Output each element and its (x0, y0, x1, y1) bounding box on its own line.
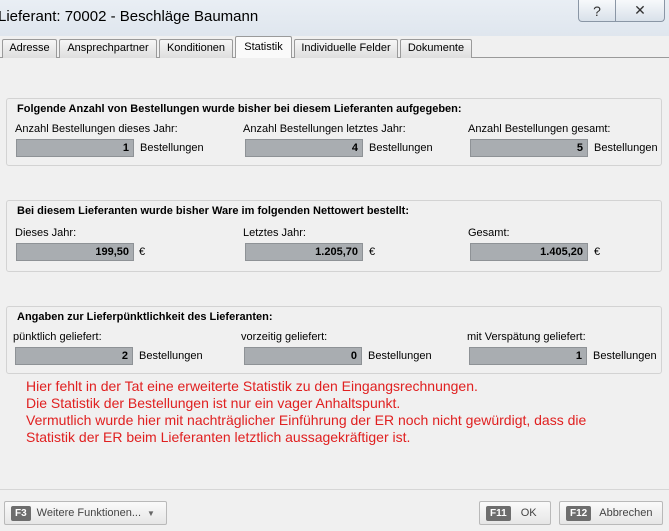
tab-ansprechpartner[interactable]: Ansprechpartner (59, 39, 157, 58)
orders-last-year-field: 4 (245, 139, 363, 157)
net-this-year-currency: € (139, 246, 146, 258)
statistics-panel: Folgende Anzahl von Bestellungen wurde b… (0, 58, 669, 489)
net-this-year-label: Dieses Jahr: (15, 227, 77, 239)
supplier-window: Lieferant: 70002 - Beschläge Baumann ? ✕… (0, 0, 669, 531)
f3-key-badge: F3 (11, 505, 31, 521)
cancel-button[interactable]: F12 Abbrechen (559, 501, 663, 525)
punctuality-group-title: Angaben zur Lieferpünktlichkeit des Lief… (17, 311, 273, 323)
ok-button[interactable]: F11 OK (479, 501, 551, 525)
on-time-label: pünktlich geliefert: (13, 331, 102, 343)
tab-bar: Adresse Ansprechpartner Konditionen Stat… (0, 36, 669, 59)
orders-this-year-field: 1 (16, 139, 134, 157)
tab-konditionen[interactable]: Konditionen (159, 39, 233, 58)
net-value-group: Bei diesem Lieferanten wurde bisher Ware… (6, 200, 662, 272)
orders-total-label: Anzahl Bestellungen gesamt: (468, 123, 611, 135)
orders-total-unit: Bestellungen (594, 142, 658, 154)
net-total-currency: € (594, 246, 601, 258)
early-label: vorzeitig geliefert: (241, 331, 328, 343)
annotation-note: Hier fehlt in der Tat eine erweiterte St… (26, 378, 586, 446)
note-line: Vermutlich wurde hier mit nachträglicher… (26, 412, 587, 428)
late-label: mit Verspätung geliefert: (467, 331, 586, 343)
on-time-unit: Bestellungen (139, 350, 203, 362)
close-button[interactable]: ✕ (615, 0, 665, 22)
more-functions-button[interactable]: F3 Weitere Funktionen... ▼ (4, 501, 167, 525)
tab-individuelle-felder[interactable]: Individuelle Felder (294, 39, 398, 58)
net-last-year-field: 1.205,70 (245, 243, 363, 261)
net-total-field: 1.405,20 (470, 243, 588, 261)
f12-key-badge: F12 (566, 505, 592, 521)
footer-bar: F3 Weitere Funktionen... ▼ F11 OK F12 Ab… (0, 489, 669, 531)
early-unit: Bestellungen (368, 350, 432, 362)
tab-statistik[interactable]: Statistik (235, 36, 292, 59)
punctuality-group: Angaben zur Lieferpünktlichkeit des Lief… (6, 306, 662, 374)
help-icon: ? (593, 2, 601, 19)
net-last-year-currency: € (369, 246, 376, 258)
early-field: 0 (244, 347, 362, 365)
late-field: 1 (469, 347, 587, 365)
orders-group-title: Folgende Anzahl von Bestellungen wurde b… (17, 103, 462, 115)
net-last-year-label: Letztes Jahr: (243, 227, 306, 239)
net-value-group-title: Bei diesem Lieferanten wurde bisher Ware… (17, 205, 410, 217)
f11-key-badge: F11 (486, 505, 511, 521)
window-title: Lieferant: 70002 - Beschläge Baumann (0, 8, 259, 25)
orders-group: Folgende Anzahl von Bestellungen wurde b… (6, 98, 662, 166)
ok-label: OK (520, 507, 537, 519)
note-line: Hier fehlt in der Tat eine erweiterte St… (26, 378, 478, 394)
orders-this-year-label: Anzahl Bestellungen dieses Jahr: (15, 123, 178, 135)
orders-last-year-label: Anzahl Bestellungen letztes Jahr: (243, 123, 406, 135)
tab-adresse[interactable]: Adresse (2, 39, 57, 58)
note-line: Die Statistik der Bestellungen ist nur e… (26, 395, 401, 411)
late-unit: Bestellungen (593, 350, 657, 362)
title-bar: Lieferant: 70002 - Beschläge Baumann ? ✕ (0, 0, 669, 36)
net-this-year-field: 199,50 (16, 243, 134, 261)
more-functions-label: Weitere Funktionen... (36, 507, 142, 519)
chevron-down-icon: ▼ (147, 508, 155, 518)
orders-this-year-unit: Bestellungen (140, 142, 204, 154)
note-line: Statistik der ER beim Lieferanten letztl… (26, 429, 411, 445)
orders-total-field: 5 (470, 139, 588, 157)
close-icon: ✕ (634, 2, 646, 18)
orders-last-year-unit: Bestellungen (369, 142, 433, 154)
net-total-label: Gesamt: (468, 227, 510, 239)
tab-dokumente[interactable]: Dokumente (400, 39, 472, 58)
help-button[interactable]: ? (578, 0, 616, 22)
cancel-label: Abbrechen (599, 507, 653, 519)
on-time-field: 2 (15, 347, 133, 365)
